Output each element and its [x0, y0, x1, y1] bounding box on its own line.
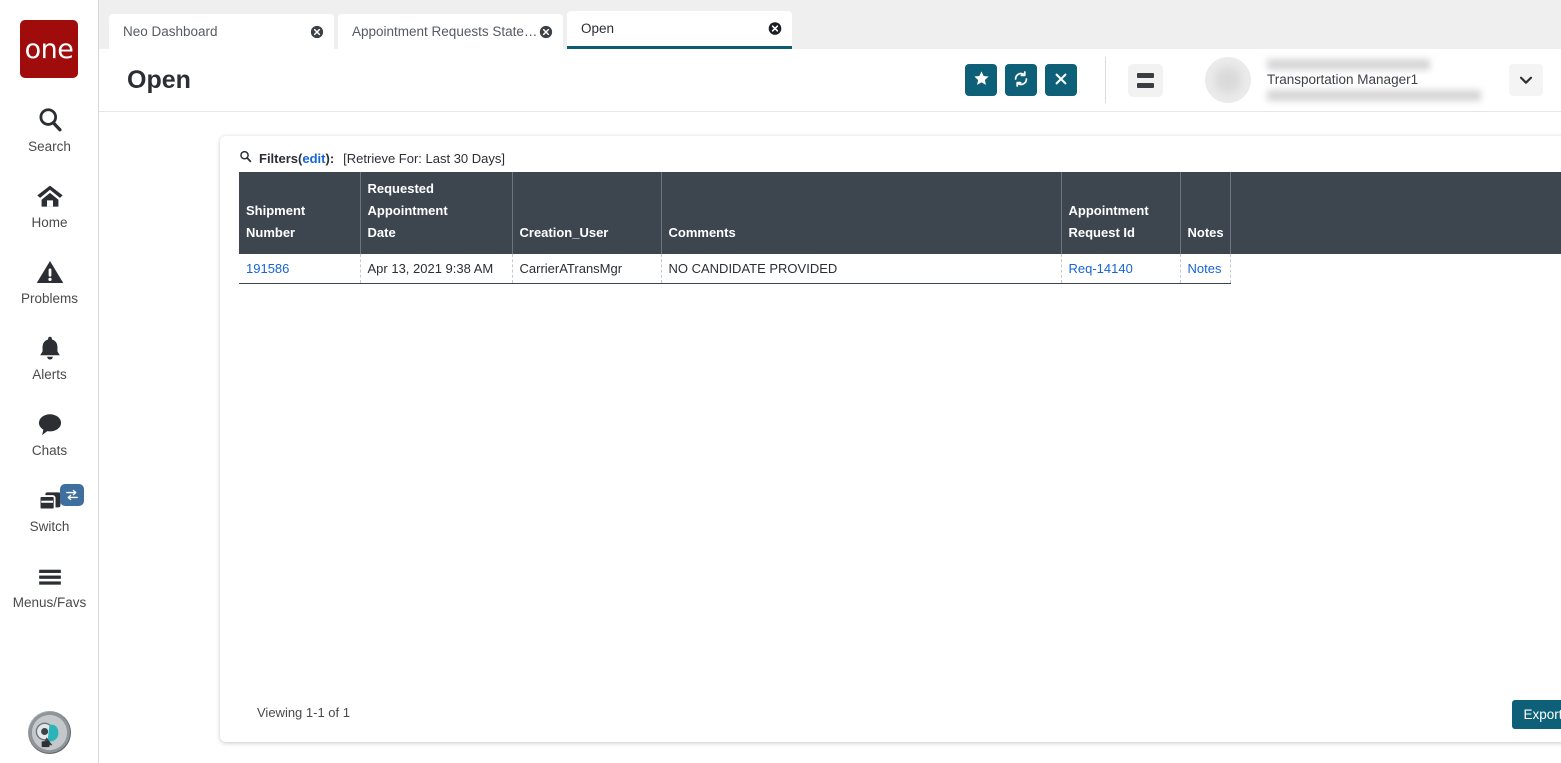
results-card: Filters (edit): [Retrieve For: Last 30 D…	[220, 136, 1561, 742]
bell-icon	[36, 332, 64, 364]
cell-appointment-request-id: Req-14140	[1061, 254, 1181, 284]
user-name: Transportation Manager1	[1267, 72, 1419, 87]
search-icon	[36, 104, 64, 136]
avatar[interactable]	[28, 711, 71, 754]
close-icon[interactable]	[539, 25, 553, 39]
sidebar-item-label: Home	[31, 215, 68, 230]
sidebar-item-alerts[interactable]: Alerts	[0, 332, 99, 382]
list-menu-icon[interactable]	[1128, 63, 1163, 97]
search-icon	[239, 150, 252, 166]
tab-open[interactable]: Open	[567, 11, 792, 49]
tab-label: Appointment Requests State Su...	[352, 24, 539, 39]
column-header-line1: Requested Appointment	[367, 181, 448, 218]
sidebar-item-label: Search	[28, 139, 71, 154]
sidebar-item-home[interactable]: Home	[0, 180, 99, 230]
refresh-button[interactable]	[1005, 64, 1037, 96]
filters-edit-link[interactable]: edit	[302, 151, 325, 166]
app-logo-text: one	[24, 33, 74, 65]
refresh-icon	[1012, 70, 1030, 91]
user-avatar	[1205, 57, 1251, 103]
card-footer: Viewing 1-1 of 1 Export to CSV	[220, 672, 1561, 742]
cell-creation-user: CarrierATransMgr	[512, 254, 662, 284]
home-icon	[35, 180, 65, 212]
column-header-requested-appointment-date[interactable]: Requested Appointment Date	[360, 172, 513, 254]
sidebar-item-label: Problems	[20, 291, 79, 306]
column-header-line2: Comments	[668, 225, 736, 240]
app-logo[interactable]: one	[20, 20, 78, 78]
column-header-shipment-number[interactable]: Shipment Number	[239, 172, 361, 254]
close-icon[interactable]	[768, 22, 782, 36]
sidebar-item-label: Chats	[31, 443, 68, 458]
cell-comments: NO CANDIDATE PROVIDED	[661, 254, 1062, 284]
filters-bar: Filters (edit): [Retrieve For: Last 30 D…	[220, 136, 1561, 172]
tab-bar: Neo Dashboard Appointment Requests State…	[99, 0, 1561, 49]
x-icon	[1053, 71, 1069, 90]
chat-bubble-icon	[35, 408, 65, 440]
results-table: Shipment Number Requested Appointment Da…	[239, 172, 1561, 284]
user-line-above-redacted	[1267, 59, 1430, 70]
chevron-down-icon[interactable]	[1509, 64, 1543, 96]
column-header-appointment-request-id[interactable]: Appointment Request Id	[1061, 172, 1181, 254]
column-header-notes[interactable]: Notes	[1180, 172, 1231, 254]
sidebar-item-label: Alerts	[32, 367, 67, 382]
tab-neo-dashboard[interactable]: Neo Dashboard	[109, 14, 334, 49]
left-sidebar: one Search Home Problems Alerts Chats Sw…	[0, 0, 99, 763]
column-header-line2: Request Id	[1068, 225, 1135, 240]
column-header-line2: Creation_User	[519, 225, 609, 240]
sidebar-item-search[interactable]: Search	[0, 104, 99, 154]
main-area: Neo Dashboard Appointment Requests State…	[99, 0, 1561, 763]
swap-arrows-icon[interactable]	[60, 484, 84, 506]
filters-label: Filters	[259, 150, 299, 166]
filters-retrieve-text: [Retrieve For: Last 30 Days]	[343, 150, 505, 166]
app-root: one Search Home Problems Alerts Chats Sw…	[0, 0, 1561, 763]
sidebar-item-switch[interactable]: Switch	[0, 484, 99, 534]
warning-triangle-icon	[35, 256, 65, 288]
user-menu[interactable]: Transportation Manager1	[1205, 57, 1543, 103]
tab-appointment-requests-state-summary[interactable]: Appointment Requests State Su...	[338, 14, 563, 49]
star-icon	[973, 70, 990, 90]
hamburger-icon	[35, 560, 65, 592]
column-header-creation-user[interactable]: Creation_User	[512, 172, 662, 254]
table-body: 191586 Apr 13, 2021 9:38 AM CarrierATran…	[239, 254, 1561, 284]
sidebar-item-label: Switch	[29, 519, 70, 534]
close-button[interactable]	[1045, 64, 1077, 96]
cell-shipment-number: 191586	[239, 254, 361, 284]
notes-link[interactable]: Notes	[1188, 261, 1222, 276]
tab-label: Neo Dashboard	[123, 24, 218, 39]
sidebar-item-problems[interactable]: Problems	[0, 256, 99, 306]
filters-close-paren: ):	[325, 150, 335, 166]
page-header: Open Transportation Manager1	[99, 49, 1561, 112]
header-divider	[1105, 57, 1106, 103]
table-header-row: Shipment Number Requested Appointment Da…	[239, 172, 1561, 254]
cell-filler	[1230, 254, 1561, 284]
table-row[interactable]: 191586 Apr 13, 2021 9:38 AM CarrierATran…	[239, 254, 1561, 284]
column-header-line2: Notes	[1187, 225, 1224, 240]
appointment-request-id-link[interactable]: Req-14140	[1069, 261, 1133, 276]
header-actions: Transportation Manager1	[957, 57, 1561, 103]
sidebar-item-menus-favs[interactable]: Menus/Favs	[0, 560, 99, 610]
export-to-csv-button[interactable]: Export to CSV	[1512, 700, 1561, 729]
column-header-comments[interactable]: Comments	[661, 172, 1062, 254]
column-header-filler	[1230, 172, 1561, 254]
cell-notes: Notes	[1180, 254, 1231, 284]
favorite-button[interactable]	[965, 64, 997, 96]
column-header-line1: Appointment	[1068, 203, 1149, 218]
user-info: Transportation Manager1	[1267, 57, 1481, 103]
filters-edit-wrapper: (edit):	[298, 151, 334, 166]
user-line-below-redacted	[1267, 90, 1481, 101]
sidebar-item-label: Menus/Favs	[12, 595, 87, 610]
tab-label: Open	[581, 21, 615, 36]
sidebar-item-chats[interactable]: Chats	[0, 408, 99, 458]
shipment-number-link[interactable]: 191586	[246, 261, 289, 276]
cell-requested-appointment-date: Apr 13, 2021 9:38 AM	[360, 254, 513, 284]
page-title: Open	[127, 65, 191, 94]
column-header-line2: Shipment Number	[246, 203, 306, 240]
column-header-line2: Date	[367, 225, 396, 240]
table-header: Shipment Number Requested Appointment Da…	[239, 172, 1561, 254]
viewing-count: Viewing 1-1 of 1	[257, 705, 350, 720]
close-icon[interactable]	[310, 25, 324, 39]
